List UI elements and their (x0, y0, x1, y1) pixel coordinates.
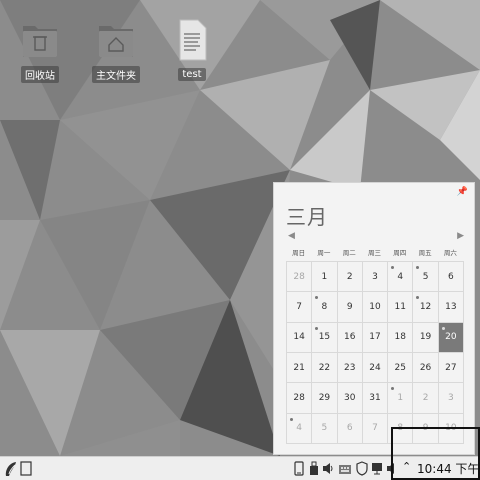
calendar-day[interactable]: 3 (438, 383, 464, 414)
calendar-day[interactable]: 3 (362, 262, 389, 293)
weekday-label: 周五 (418, 249, 432, 257)
event-dot-icon (441, 326, 445, 330)
pin-icon[interactable]: 📌 (457, 187, 468, 197)
clock[interactable]: 10:44 下午 (417, 460, 479, 477)
calendar-day-number: 5 (422, 271, 429, 282)
calendar-day[interactable]: 15 (312, 322, 338, 353)
text-file-icon (179, 19, 207, 61)
calendar-day[interactable]: 14 (287, 322, 313, 353)
calendar-day[interactable]: 13 (438, 292, 464, 323)
desktop-icon-label: 主文件夹 (92, 66, 140, 83)
calendar-day[interactable]: 16 (337, 322, 363, 353)
calendar-day[interactable]: 11 (388, 292, 414, 323)
calendar-day[interactable]: 31 (362, 383, 389, 414)
desktop-icon-label: test (178, 68, 206, 81)
event-dot-icon (315, 296, 319, 300)
weekday-label: 周二 (342, 249, 356, 257)
calendar-day-number: 4 (397, 271, 404, 282)
calendar-day[interactable]: 6 (337, 413, 363, 444)
volume-icon[interactable] (322, 461, 334, 476)
calendar-day[interactable]: 21 (287, 353, 313, 384)
calendar-day-number: 15 (318, 332, 331, 343)
calendar-day[interactable]: 10 (362, 292, 389, 323)
calendar-day[interactable]: 6 (438, 262, 464, 293)
calendar-day-today[interactable]: 20 (438, 322, 464, 353)
calendar-day[interactable]: 1 (312, 262, 338, 293)
calendar-day[interactable]: 5 (413, 262, 439, 293)
calendar-day[interactable]: 8 (312, 292, 338, 323)
calendar-day[interactable]: 24 (362, 353, 389, 384)
calendar-day[interactable]: 19 (413, 322, 439, 353)
calendar-day[interactable]: 2 (413, 383, 439, 414)
event-dot-icon (290, 417, 293, 421)
calendar-day-number: 8 (321, 301, 328, 312)
calendar-day[interactable]: 4 (287, 413, 313, 444)
calendar-day[interactable]: 27 (438, 353, 464, 384)
calendar-day-number: 4 (296, 423, 302, 434)
keyboard-icon[interactable] (338, 461, 352, 476)
calendar-day[interactable]: 29 (312, 383, 338, 414)
launcher-icon[interactable] (3, 460, 19, 478)
calendar-day[interactable]: 7 (362, 413, 389, 444)
tray-expand-chevron-up-icon[interactable]: ⌃ (402, 460, 411, 473)
desktop-icon-test-file[interactable]: test (160, 18, 224, 81)
taskbar: ⌃ 10:44 下午 (0, 456, 480, 480)
usb-drive-icon[interactable] (309, 461, 319, 476)
calendar-day[interactable]: 12 (413, 292, 439, 323)
desktop-icon-trash[interactable]: 回收站 (8, 20, 72, 83)
speaker-icon[interactable] (386, 461, 397, 476)
calendar-day[interactable]: 25 (388, 353, 414, 384)
calendar-day[interactable]: 28 (287, 262, 313, 293)
event-dot-icon (391, 387, 395, 391)
weekday-label: 周三 (367, 249, 381, 257)
show-desktop-icon[interactable] (20, 461, 32, 476)
calendar-day[interactable]: 7 (287, 292, 313, 323)
desktop-icon-home[interactable]: 主文件夹 (84, 20, 148, 83)
calendar-day[interactable]: 17 (362, 322, 389, 353)
calendar-day[interactable]: 4 (388, 262, 414, 293)
event-dot-icon (391, 266, 395, 269)
calendar-popup: 📌 三月 ◀ ▶ 周日 周一 周二 周三 周四 周五 周六 28 1 2 3 4… (273, 182, 475, 455)
calendar-day[interactable]: 8 (388, 413, 414, 444)
weekday-label: 周一 (317, 249, 331, 257)
event-dot-icon (416, 296, 420, 300)
next-month-arrow-icon[interactable]: ▶ (457, 231, 464, 241)
weekday-header: 周日 周一 周二 周三 周四 周五 周六 (286, 244, 463, 262)
calendar-day[interactable]: 22 (312, 353, 338, 384)
calendar-day-grid: 28 1 2 3 4 5 6 7 8 9 10 11 12 13 14 15 1… (286, 261, 464, 444)
calendar-day[interactable]: 5 (312, 413, 338, 444)
calendar-day[interactable]: 18 (388, 322, 414, 353)
calendar-day[interactable]: 2 (337, 262, 363, 293)
calendar-day[interactable]: 10 (438, 413, 464, 444)
event-dot-icon (315, 326, 319, 330)
calendar-day-number: 12 (419, 301, 432, 312)
calendar-day[interactable]: 1 (388, 383, 414, 414)
event-dot-icon (416, 266, 420, 269)
tablet-icon[interactable] (294, 461, 304, 476)
calendar-day[interactable]: 26 (413, 353, 439, 384)
calendar-navigation: ◀ ▶ (288, 231, 464, 243)
weekday-label: 周日 (292, 249, 306, 257)
calendar-day-number: 1 (397, 392, 404, 403)
previous-month-arrow-icon[interactable]: ◀ (288, 231, 295, 241)
calendar-day[interactable]: 9 (413, 413, 439, 444)
calendar-day-number: 20 (445, 332, 457, 343)
shield-icon[interactable] (356, 461, 368, 476)
trash-folder-icon (23, 26, 57, 57)
weekday-label: 周六 (443, 249, 457, 257)
calendar-day[interactable]: 28 (287, 383, 313, 414)
home-folder-icon (99, 26, 133, 57)
calendar-month-title: 三月 (286, 205, 328, 229)
weekday-label: 周四 (393, 249, 407, 257)
calendar-day[interactable]: 9 (337, 292, 363, 323)
desktop-icon-label: 回收站 (21, 66, 59, 83)
calendar-day[interactable]: 30 (337, 383, 363, 414)
monitor-network-icon[interactable] (371, 461, 383, 476)
calendar-day[interactable]: 23 (337, 353, 363, 384)
